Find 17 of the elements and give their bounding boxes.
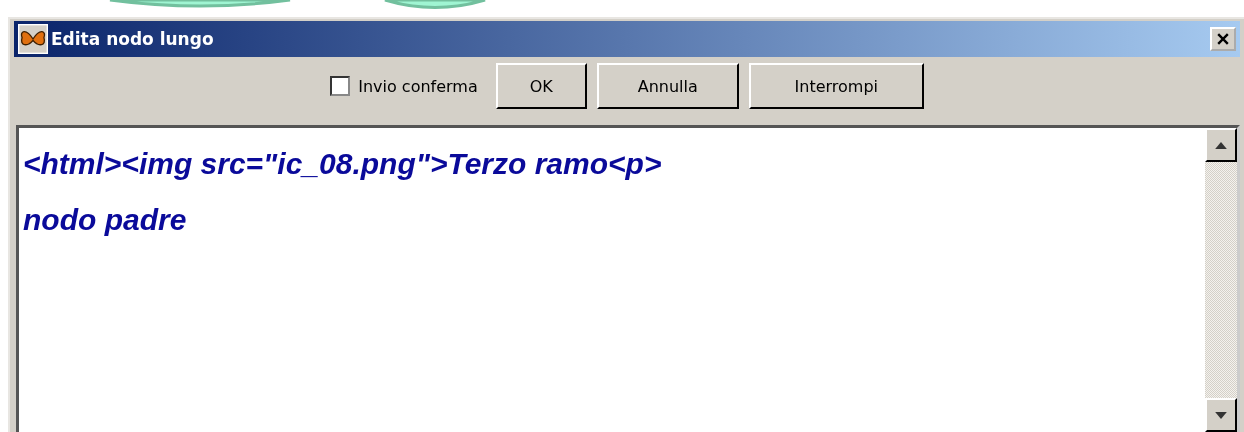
butterfly-icon <box>18 24 48 54</box>
scroll-up-button[interactable] <box>1205 128 1237 162</box>
window-title: Edita nodo lungo <box>51 29 215 49</box>
checkbox-label[interactable]: Invio conferma <box>358 76 478 96</box>
up-arrow-icon <box>1215 141 1227 149</box>
close-icon <box>1217 33 1229 45</box>
cancel-button[interactable]: Annulla <box>596 63 739 109</box>
down-arrow-icon <box>1215 411 1227 419</box>
scrollbar[interactable] <box>1205 128 1237 432</box>
scroll-down-button[interactable] <box>1205 398 1237 432</box>
text-editor[interactable]: <html><img src="ic_08.png">Terzo ramo<p> nodo padre <box>16 125 1240 432</box>
text-line: nodo padre <box>23 202 188 238</box>
close-button[interactable] <box>1210 27 1236 51</box>
abort-button[interactable]: Interrompi <box>748 63 924 109</box>
checkbox[interactable] <box>330 76 351 96</box>
ok-button[interactable]: OK <box>495 63 587 109</box>
text-line: <html><img src="ic_08.png">Terzo ramo<p> <box>23 146 663 182</box>
